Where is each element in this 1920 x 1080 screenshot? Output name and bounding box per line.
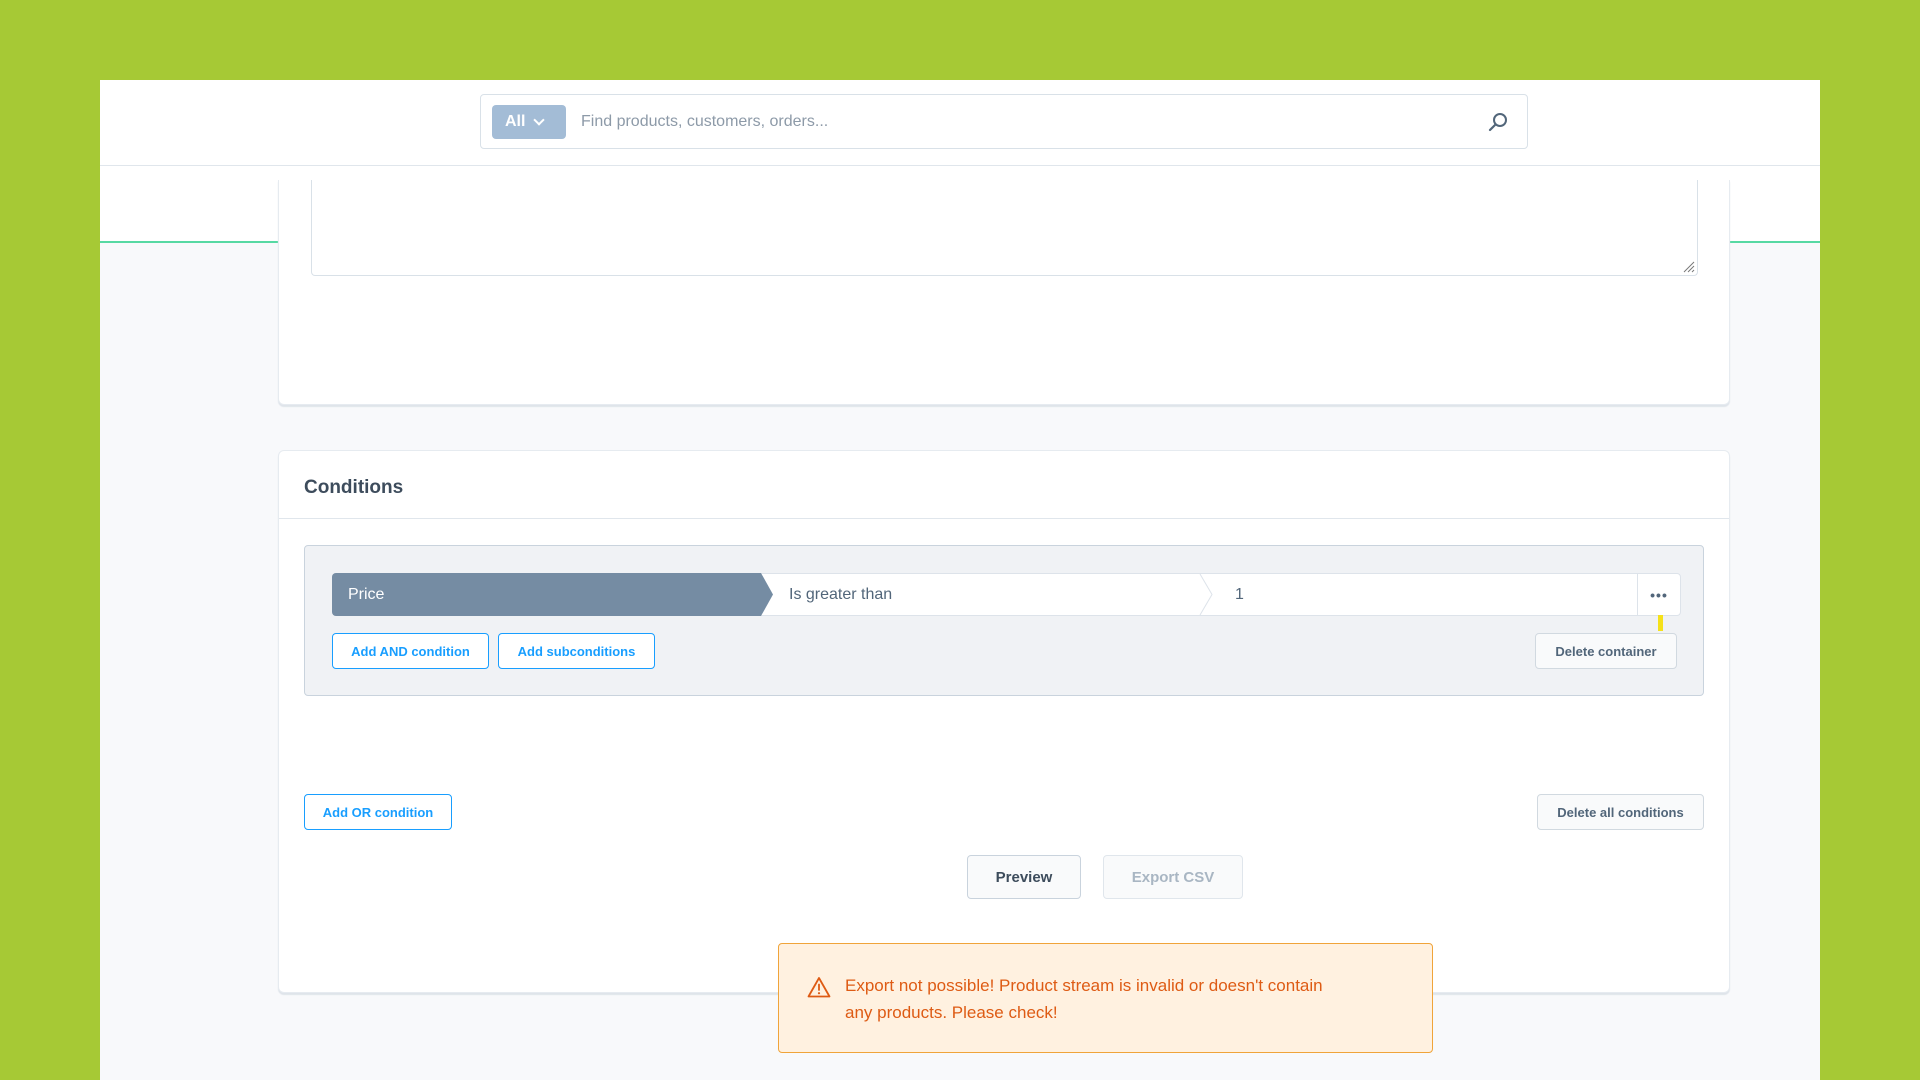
- add-and-condition-button[interactable]: Add AND condition: [332, 633, 489, 669]
- global-search: All: [480, 94, 1528, 149]
- more-icon: •••: [1650, 586, 1668, 603]
- add-or-condition-button[interactable]: Add OR condition: [304, 794, 452, 830]
- export-csv-button[interactable]: Export CSV: [1103, 855, 1243, 899]
- delete-all-conditions-button[interactable]: Delete all conditions: [1537, 794, 1704, 830]
- condition-value-input[interactable]: 1: [1213, 574, 1633, 615]
- alert-message: Export not possible! Product stream is i…: [845, 976, 1323, 1022]
- condition-field-label: Price: [348, 585, 385, 603]
- search-type-select[interactable]: All: [492, 105, 566, 139]
- warning-alert: Export not possible! Product stream is i…: [778, 943, 1433, 1053]
- delete-container-button[interactable]: Delete container: [1535, 633, 1677, 669]
- conditions-card: Conditions Price Is greater than 1 ••• A…: [278, 450, 1730, 1053]
- admin-window: All Dynamische Produktgruppe Export Deut…: [100, 80, 1820, 1080]
- condition-container: Price Is greater than 1 ••• Add AND cond…: [304, 545, 1704, 696]
- add-subconditions-button[interactable]: Add subconditions: [498, 633, 655, 669]
- chevron-down-icon: [533, 114, 546, 126]
- condition-value: 1: [1235, 585, 1244, 603]
- top-bar: All: [100, 80, 1820, 166]
- description-card: [278, 180, 1730, 405]
- search-icon[interactable]: [1487, 111, 1509, 133]
- search-type-label: All: [505, 113, 526, 130]
- condition-menu-button[interactable]: •••: [1637, 574, 1680, 615]
- preview-button[interactable]: Preview: [967, 855, 1081, 899]
- chevron-separator-icon: [1199, 574, 1213, 615]
- divider: [279, 518, 1729, 519]
- description-textarea[interactable]: [311, 180, 1698, 276]
- warning-icon: [807, 977, 831, 998]
- condition-row: Price Is greater than 1 •••: [332, 573, 1681, 616]
- text-cursor-marker: [1658, 615, 1663, 631]
- search-input[interactable]: [581, 105, 1461, 139]
- condition-operator-select[interactable]: Is greater than: [773, 574, 1213, 615]
- condition-operator-label: Is greater than: [789, 585, 893, 603]
- resize-handle-icon[interactable]: [1681, 259, 1695, 273]
- conditions-title: Conditions: [304, 477, 404, 498]
- condition-field-select[interactable]: Price: [332, 573, 773, 616]
